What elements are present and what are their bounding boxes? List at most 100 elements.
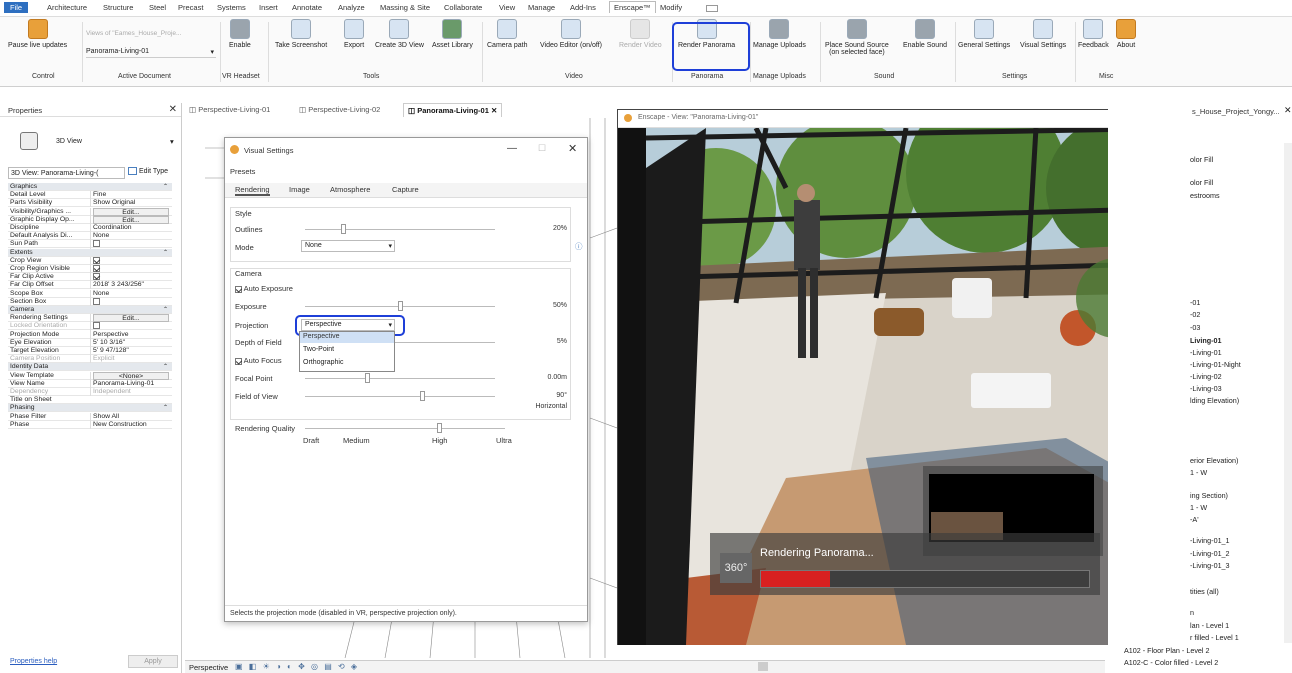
property-value[interactable]: Explicit bbox=[90, 355, 172, 364]
maximize-icon[interactable]: ☐ bbox=[538, 143, 546, 154]
browser-item[interactable]: -Living-02 bbox=[1190, 372, 1222, 381]
enable-sound-button[interactable]: Enable Sound bbox=[903, 19, 947, 49]
property-value[interactable]: Panorama-Living-01 bbox=[90, 379, 172, 388]
browser-item[interactable]: 1 - W bbox=[1190, 503, 1207, 512]
property-value[interactable]: Fine bbox=[90, 191, 172, 200]
menu-enscape[interactable]: Enscape™ bbox=[609, 1, 656, 13]
property-value[interactable]: Show Original bbox=[90, 199, 172, 208]
property-value[interactable] bbox=[90, 240, 172, 249]
checkbox-icon[interactable] bbox=[93, 297, 100, 305]
context-dropdown-icon[interactable] bbox=[706, 5, 718, 12]
properties-help-link[interactable]: Properties help bbox=[10, 658, 57, 665]
type-selector[interactable]: 3D View ▾ bbox=[8, 127, 178, 157]
property-value[interactable]: Show All bbox=[90, 412, 172, 421]
views-dropdown[interactable]: Views of "Eames_House_Proje... bbox=[86, 30, 216, 37]
browser-item[interactable]: -Living-03 bbox=[1190, 384, 1222, 393]
menu-insert[interactable]: Insert bbox=[259, 3, 278, 12]
property-value[interactable]: Independent bbox=[90, 388, 172, 396]
tab-atmosphere[interactable]: Atmosphere bbox=[330, 185, 370, 194]
visual-settings-button[interactable]: Visual Settings bbox=[1020, 19, 1066, 49]
browser-item[interactable]: estrooms bbox=[1190, 191, 1220, 200]
menu-collaborate[interactable]: Collaborate bbox=[444, 3, 482, 12]
take-screenshot-button[interactable]: Take Screenshot bbox=[275, 19, 327, 49]
general-settings-button[interactable]: General Settings bbox=[958, 19, 1010, 49]
browser-item[interactable]: -Living-01-Night bbox=[1190, 360, 1241, 369]
minimize-icon[interactable]: — bbox=[507, 143, 517, 154]
browser-item[interactable]: r filled - Level 1 bbox=[1190, 633, 1239, 642]
tab-rendering[interactable]: Rendering bbox=[235, 185, 270, 196]
create-3d-view-button[interactable]: Create 3D View bbox=[375, 19, 424, 49]
close-icon[interactable]: ✕ bbox=[169, 104, 177, 115]
checkbox-icon[interactable] bbox=[93, 322, 100, 330]
focal-point-slider[interactable] bbox=[305, 373, 495, 383]
manage-uploads-button[interactable]: Manage Uploads bbox=[753, 19, 806, 49]
menu-add-ins[interactable]: Add-Ins bbox=[570, 3, 596, 12]
property-value[interactable]: None bbox=[90, 232, 172, 241]
tab-capture[interactable]: Capture bbox=[392, 185, 419, 194]
browser-item[interactable]: tities (all) bbox=[1190, 587, 1219, 596]
collapse-icon[interactable]: ⌃ bbox=[163, 404, 168, 412]
browser-item[interactable]: -Living-01 bbox=[1190, 348, 1222, 357]
view-selector[interactable]: 3D View: Panorama-Living-( bbox=[8, 167, 125, 179]
browser-item[interactable]: -02 bbox=[1190, 310, 1200, 319]
render-video-button[interactable]: Render Video bbox=[619, 19, 662, 49]
export-button[interactable]: Export bbox=[344, 19, 364, 49]
browser-item[interactable]: -Living-01_2 bbox=[1190, 549, 1230, 558]
property-value[interactable] bbox=[90, 265, 172, 274]
slider-thumb[interactable] bbox=[420, 391, 425, 401]
property-value[interactable]: New Construction bbox=[90, 420, 172, 429]
browser-item[interactable]: erior Elevation) bbox=[1190, 456, 1238, 465]
property-value[interactable]: 2018' 3 243/256" bbox=[90, 281, 172, 290]
checkbox-icon[interactable] bbox=[93, 273, 100, 281]
apply-button[interactable]: Apply bbox=[128, 655, 178, 668]
browser-item[interactable]: -03 bbox=[1190, 323, 1200, 332]
tab-image[interactable]: Image bbox=[289, 185, 310, 194]
property-value[interactable] bbox=[90, 322, 172, 331]
property-value[interactable]: 5' 10 3/16" bbox=[90, 338, 172, 347]
browser-item[interactable]: -A' bbox=[1190, 515, 1199, 524]
outlines-slider[interactable] bbox=[305, 224, 495, 234]
close-icon[interactable]: ✕ bbox=[1284, 105, 1292, 116]
browser-item[interactable]: ing Section) bbox=[1190, 491, 1228, 500]
browser-item[interactable]: 1 - W bbox=[1190, 468, 1207, 477]
checkbox-icon[interactable] bbox=[93, 265, 100, 272]
asset-library-button[interactable]: Asset Library bbox=[432, 19, 473, 49]
video-editor-button[interactable]: Video Editor (on/off) bbox=[540, 19, 602, 49]
menu-modify[interactable]: Modify bbox=[660, 3, 682, 12]
collapse-icon[interactable]: ⌃ bbox=[163, 183, 168, 191]
slider-thumb[interactable] bbox=[341, 224, 346, 234]
property-value[interactable] bbox=[90, 273, 172, 282]
property-value[interactable] bbox=[90, 256, 172, 266]
property-category[interactable]: Graphics ⌃ bbox=[8, 183, 172, 191]
menu-steel[interactable]: Steel bbox=[149, 3, 166, 12]
edit-button[interactable]: <None> bbox=[93, 371, 169, 380]
scrollbar[interactable] bbox=[1284, 143, 1292, 643]
auto-focus-checkbox[interactable]: Auto Focus bbox=[235, 356, 282, 365]
close-icon[interactable]: ✕ bbox=[491, 106, 497, 115]
active-document-select[interactable]: Panorama-Living-01 ▾ bbox=[86, 48, 216, 58]
collapse-icon[interactable]: ⌃ bbox=[163, 306, 168, 314]
vr-enable-button[interactable]: Enable bbox=[229, 19, 251, 49]
collapse-icon[interactable]: ⌃ bbox=[163, 249, 168, 257]
view-controls-icons[interactable]: ▣ ◧ ☀ ◑ ◐ ✥ ◎ ▤ ⟲ ◈ bbox=[235, 662, 359, 671]
projection-option-orthographic[interactable]: Orthographic bbox=[300, 356, 394, 369]
property-value[interactable] bbox=[90, 297, 172, 307]
browser-item[interactable]: -Living-01_3 bbox=[1190, 561, 1230, 570]
scrollbar-thumb[interactable] bbox=[758, 662, 768, 671]
projection-option-perspective[interactable]: Perspective bbox=[300, 332, 394, 343]
property-value[interactable]: Perspective bbox=[90, 330, 172, 339]
menu-precast[interactable]: Precast bbox=[178, 3, 203, 12]
property-value[interactable]: None bbox=[90, 289, 172, 298]
field-of-view-slider[interactable] bbox=[305, 391, 495, 401]
browser-item[interactable]: -Living-01_1 bbox=[1190, 536, 1230, 545]
menu-systems[interactable]: Systems bbox=[217, 3, 246, 12]
browser-item[interactable]: A102 - Floor Plan - Level 2 bbox=[1124, 646, 1210, 655]
tab-perspective-living-02[interactable]: ◫ Perspective-Living-02 bbox=[295, 103, 384, 117]
browser-item[interactable]: n bbox=[1190, 608, 1194, 617]
browser-item[interactable]: olor Fill bbox=[1190, 178, 1213, 187]
menu-manage[interactable]: Manage bbox=[528, 3, 555, 12]
edit-type-button[interactable]: Edit Type bbox=[128, 167, 168, 175]
checkbox-icon[interactable] bbox=[93, 240, 100, 248]
property-category[interactable]: Phasing ⌃ bbox=[8, 404, 172, 413]
mode-select[interactable]: None ▾ bbox=[301, 240, 395, 252]
